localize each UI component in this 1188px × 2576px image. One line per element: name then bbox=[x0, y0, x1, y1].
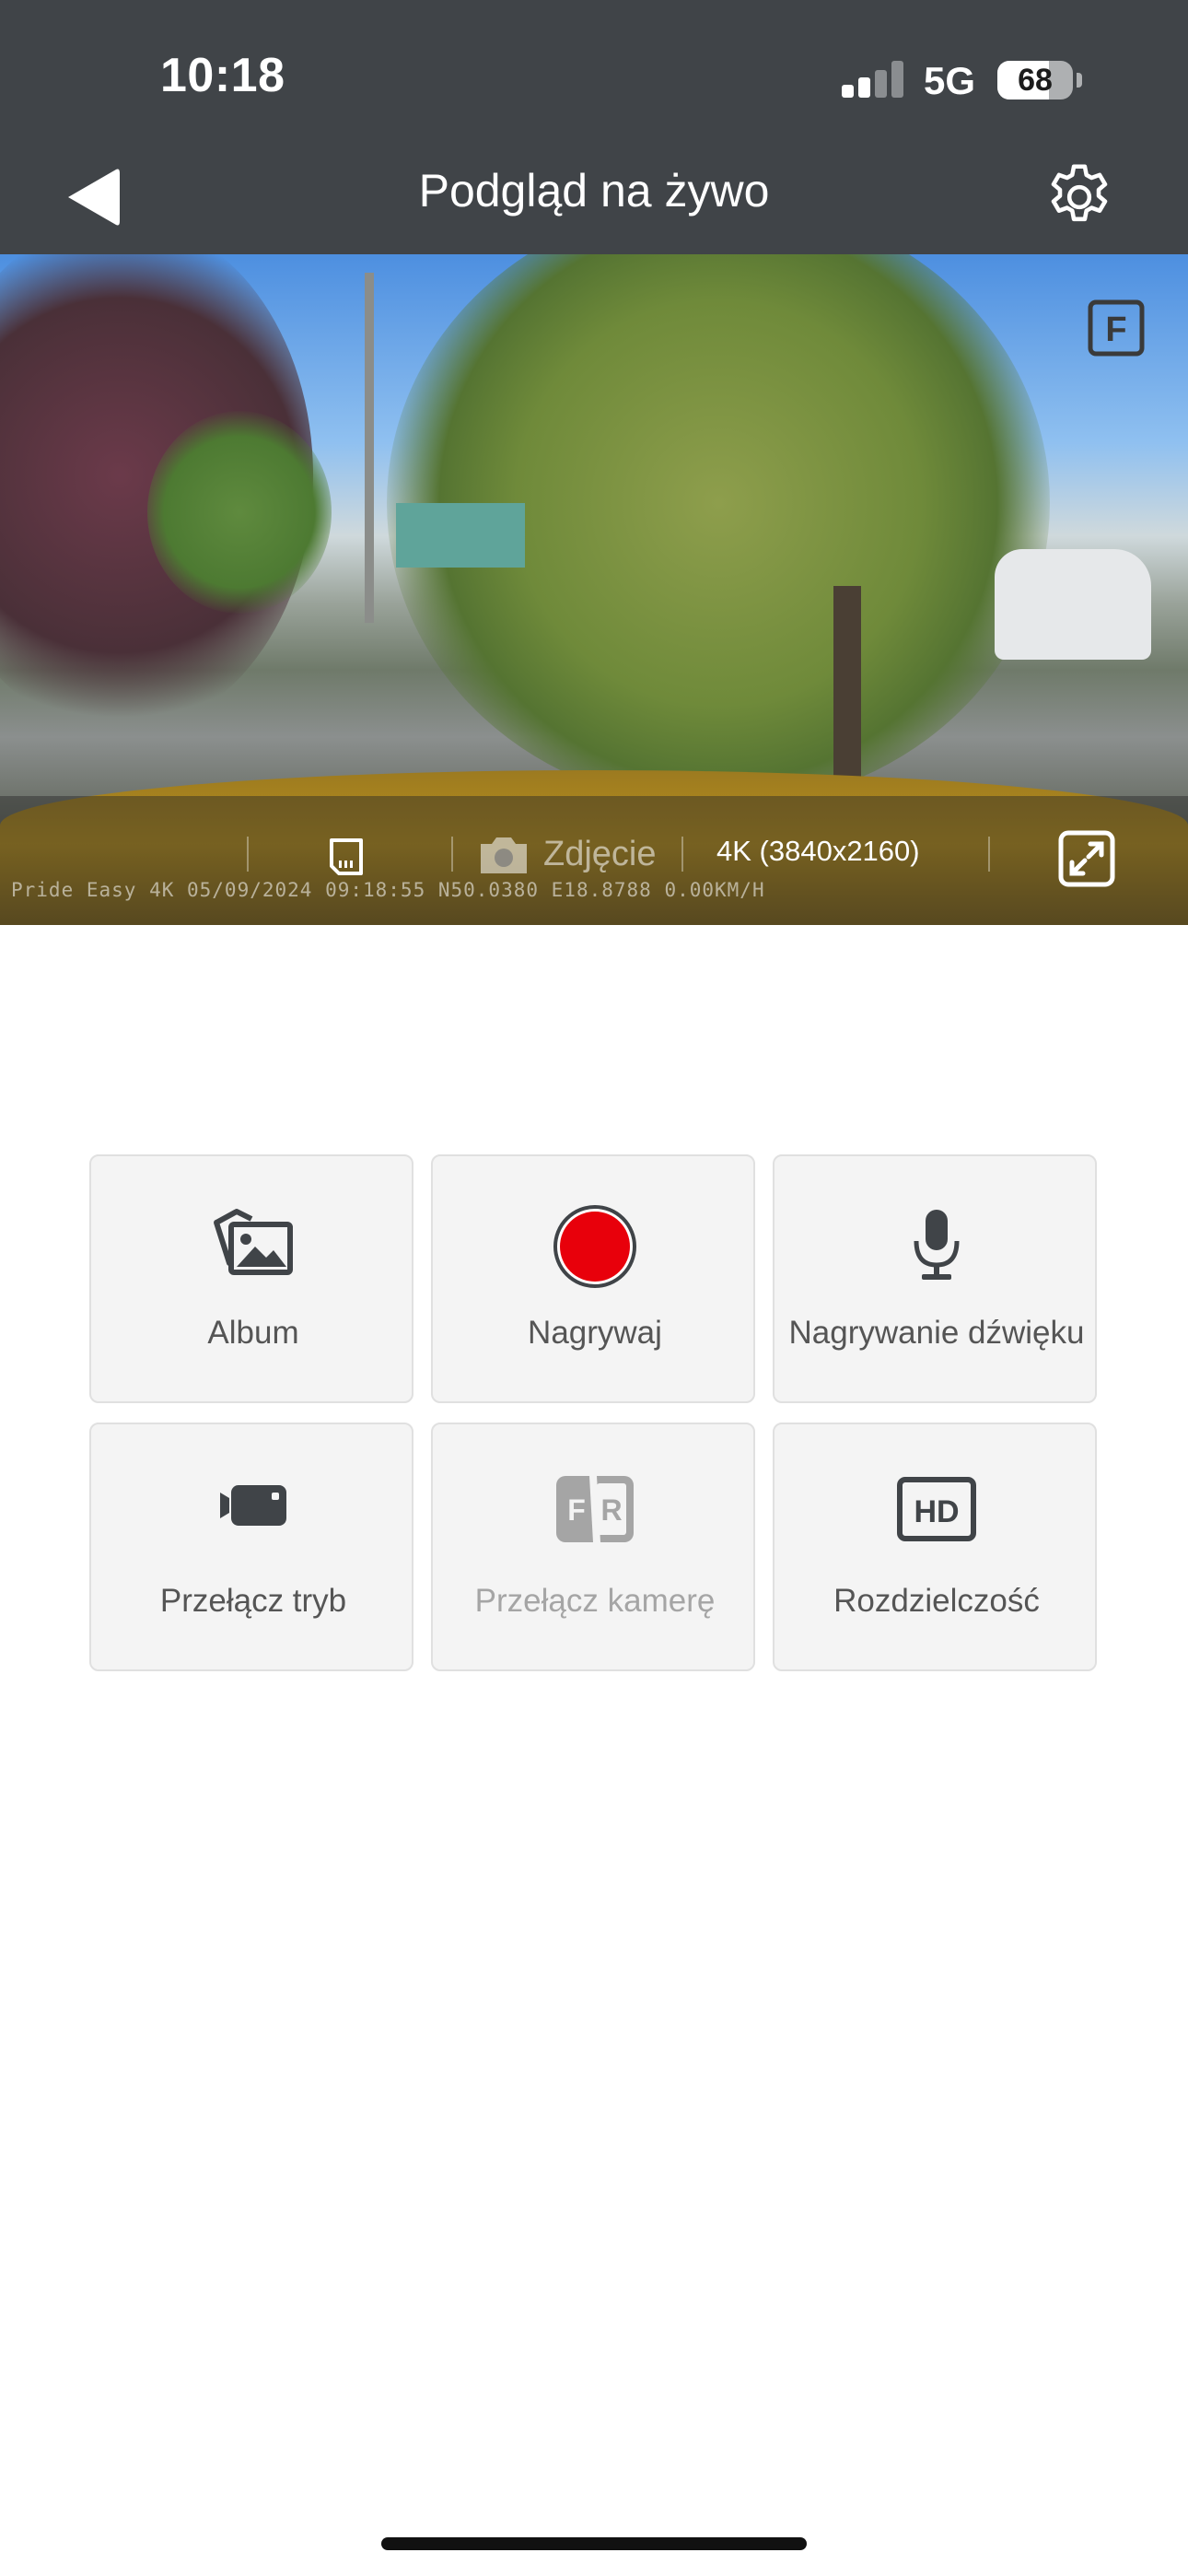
camera-icon bbox=[481, 837, 527, 873]
svg-text:F: F bbox=[567, 1493, 586, 1527]
status-time: 10:18 bbox=[160, 49, 285, 102]
parked-car bbox=[995, 549, 1151, 660]
video-camera-icon bbox=[220, 1485, 286, 1526]
preview-toolbar: Zdjęcie 4K (3840x2160) bbox=[0, 796, 1188, 925]
record-label: Nagrywaj bbox=[528, 1315, 662, 1351]
resolution-setting-label: Rozdzielczość bbox=[833, 1583, 1040, 1619]
network-type: 5G bbox=[924, 59, 976, 102]
audio-recording-button[interactable]: Nagrywanie dźwięku bbox=[773, 1154, 1097, 1403]
sd-card-icon[interactable] bbox=[326, 837, 367, 877]
tree-small bbox=[147, 411, 332, 614]
gear-icon bbox=[1051, 164, 1108, 222]
photo-label: Zdjęcie bbox=[543, 835, 657, 873]
nav-bar: Podgląd na żywo bbox=[0, 140, 1188, 254]
toolbar-divider bbox=[681, 837, 683, 872]
street-pole bbox=[365, 273, 374, 623]
camera-badge-letter: F bbox=[1105, 310, 1126, 349]
switch-mode-label: Przełącz tryb bbox=[159, 1583, 347, 1619]
battery-icon: 68 bbox=[997, 61, 1082, 100]
svg-text:R: R bbox=[600, 1493, 622, 1527]
toolbar-divider bbox=[247, 837, 249, 872]
hd-icon: HD bbox=[897, 1477, 976, 1541]
front-rear-camera-icon: F R bbox=[556, 1476, 634, 1542]
battery-percent: 68 bbox=[1018, 63, 1053, 98]
svg-text:HD: HD bbox=[914, 1494, 959, 1529]
album-label: Album bbox=[207, 1315, 299, 1351]
audio-recording-label: Nagrywanie dźwięku bbox=[788, 1315, 1085, 1351]
tree-trunk bbox=[833, 586, 861, 779]
toolbar-divider bbox=[988, 837, 990, 872]
home-indicator[interactable] bbox=[381, 2537, 807, 2550]
page-title: Podgląd na żywo bbox=[418, 165, 770, 217]
resolution-button[interactable]: HD Rozdzielczość bbox=[773, 1423, 1097, 1671]
album-icon bbox=[214, 1209, 293, 1275]
live-preview[interactable]: F Zdjęcie 4K (3840x2160) Pride Easy 4K 0… bbox=[0, 254, 1188, 925]
front-camera-badge-icon: F bbox=[1088, 299, 1145, 357]
switch-camera-button[interactable]: F R Przełącz kamerę bbox=[431, 1423, 755, 1671]
microphone-icon bbox=[914, 1210, 960, 1280]
status-bar: 10:18 5G 68 bbox=[0, 0, 1188, 140]
album-button[interactable]: Album bbox=[89, 1154, 413, 1403]
osd-overlay-text: Pride Easy 4K 05/09/2024 09:18:55 N50.03… bbox=[11, 879, 765, 901]
settings-button[interactable] bbox=[1041, 158, 1118, 236]
signal-strength-icon bbox=[842, 61, 904, 98]
switch-camera-label: Przełącz kamerę bbox=[474, 1583, 716, 1619]
record-icon bbox=[553, 1205, 636, 1288]
switch-mode-button[interactable]: Przełącz tryb bbox=[89, 1423, 413, 1671]
fullscreen-icon[interactable] bbox=[1057, 829, 1116, 888]
building bbox=[396, 503, 525, 568]
toolbar-divider bbox=[451, 837, 453, 872]
record-button[interactable]: Nagrywaj bbox=[431, 1154, 755, 1403]
resolution-label: 4K (3840x2160) bbox=[716, 835, 920, 867]
